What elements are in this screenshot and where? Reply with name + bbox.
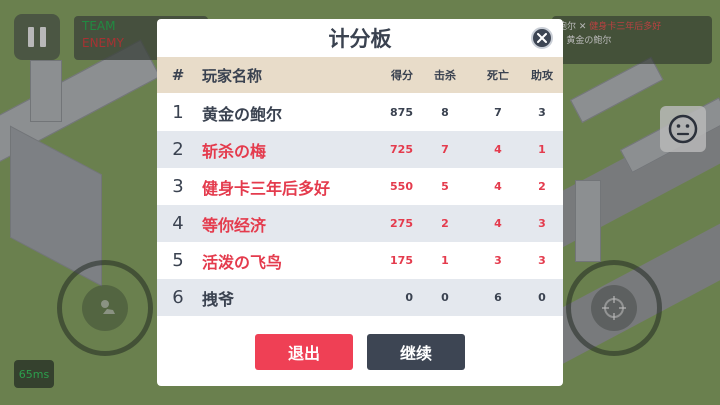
player-assists: 3 bbox=[538, 217, 546, 230]
scoreboard-row: 6 拽爷 0 0 6 0 bbox=[157, 279, 563, 316]
player-name: 拽爷 bbox=[202, 289, 235, 309]
player-deaths: 4 bbox=[494, 143, 502, 156]
scoreboard-header: # 玩家名称 得分 击杀 死亡 助攻 bbox=[157, 57, 563, 93]
header-deaths: 死亡 bbox=[487, 69, 509, 82]
player-deaths: 6 bbox=[494, 291, 502, 304]
player-assists: 3 bbox=[538, 254, 546, 267]
header-kills: 击杀 bbox=[434, 69, 456, 82]
continue-button[interactable]: 继续 bbox=[367, 334, 465, 370]
player-assists: 1 bbox=[538, 143, 546, 156]
player-rank: 5 bbox=[172, 250, 184, 271]
player-score: 275 bbox=[390, 217, 413, 230]
player-rank: 2 bbox=[172, 139, 184, 160]
scoreboard-row: 3 健身卡三年后多好 550 5 4 2 bbox=[157, 168, 563, 205]
player-rank: 3 bbox=[172, 176, 184, 197]
player-assists: 0 bbox=[538, 291, 546, 304]
player-kills: 0 bbox=[441, 291, 449, 304]
close-button[interactable] bbox=[531, 27, 553, 49]
player-kills: 2 bbox=[441, 217, 449, 230]
header-rank: # bbox=[171, 66, 185, 84]
player-name: 等你经济 bbox=[202, 215, 267, 235]
player-kills: 5 bbox=[441, 180, 449, 193]
player-name: 健身卡三年后多好 bbox=[202, 178, 331, 198]
player-score: 725 bbox=[390, 143, 413, 156]
player-score: 550 bbox=[390, 180, 413, 193]
player-kills: 1 bbox=[441, 254, 449, 267]
header-assists: 助攻 bbox=[531, 69, 553, 82]
player-deaths: 3 bbox=[494, 254, 502, 267]
player-score: 0 bbox=[405, 291, 413, 304]
scoreboard-title: 计分板 bbox=[328, 27, 392, 51]
player-name: 斩杀の梅 bbox=[202, 141, 267, 161]
scoreboard-row: 2 斩杀の梅 725 7 4 1 bbox=[157, 131, 563, 168]
player-kills: 8 bbox=[441, 106, 449, 119]
player-rank: 1 bbox=[172, 102, 184, 123]
player-deaths: 7 bbox=[494, 106, 502, 119]
scoreboard-row: 5 活泼の飞鸟 175 1 3 3 bbox=[157, 242, 563, 279]
player-rank: 4 bbox=[172, 213, 184, 234]
header-score: 得分 bbox=[391, 69, 413, 82]
header-player-name: 玩家名称 bbox=[202, 66, 263, 85]
player-assists: 3 bbox=[538, 106, 546, 119]
player-deaths: 4 bbox=[494, 180, 502, 193]
player-name: 黄金の鲍尔 bbox=[202, 104, 283, 124]
player-name: 活泼の飞鸟 bbox=[202, 252, 283, 272]
player-score: 175 bbox=[390, 254, 413, 267]
player-score: 875 bbox=[390, 106, 413, 119]
player-rank: 6 bbox=[172, 287, 184, 308]
close-icon bbox=[537, 33, 547, 43]
scoreboard-row: 4 等你经济 275 2 4 3 bbox=[157, 205, 563, 242]
player-kills: 7 bbox=[441, 143, 449, 156]
scoreboard-row: 1 黄金の鲍尔 875 8 7 3 bbox=[157, 94, 563, 131]
player-deaths: 4 bbox=[494, 217, 502, 230]
scoreboard-panel: 计分板 # 玩家名称 得分 击杀 死亡 助攻 1 黄金の鲍尔 875 8 7 3… bbox=[157, 19, 563, 386]
exit-button[interactable]: 退出 bbox=[255, 334, 353, 370]
player-assists: 2 bbox=[538, 180, 546, 193]
